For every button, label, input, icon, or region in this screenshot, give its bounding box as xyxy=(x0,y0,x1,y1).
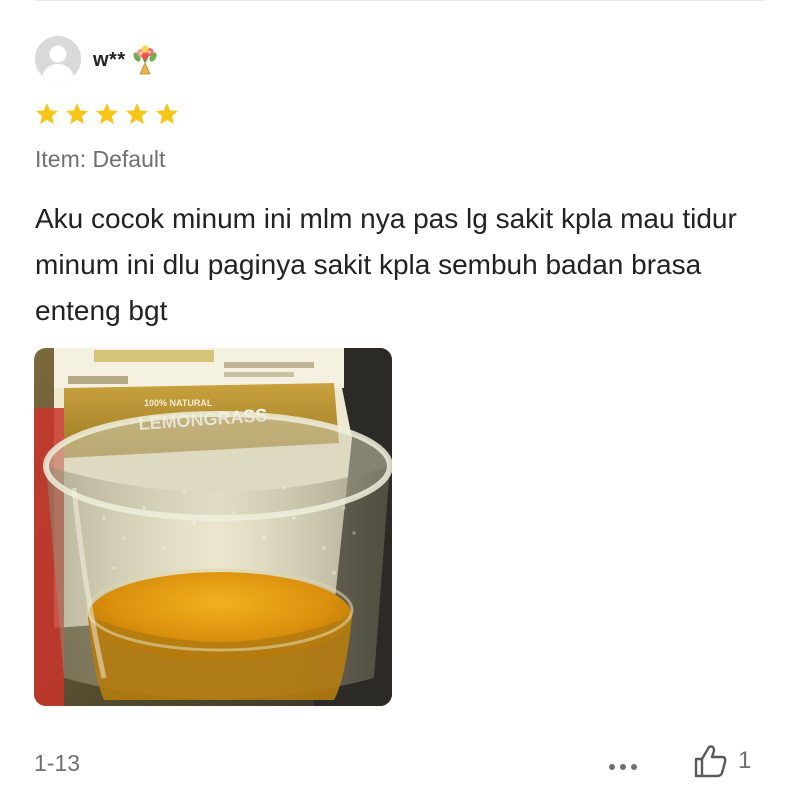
review-photo-image: 100% NATURAL LEMONGRASS xyxy=(34,348,392,706)
username-row: w** xyxy=(93,40,162,80)
top-divider xyxy=(36,0,764,1)
flower-bouquet-icon xyxy=(133,45,157,75)
more-options-button[interactable] xyxy=(600,752,646,782)
like-count: 1 xyxy=(738,747,752,774)
user-avatar[interactable] xyxy=(35,36,81,82)
review-date: 1-13 xyxy=(34,750,81,776)
thumbs-up-icon xyxy=(694,745,727,778)
review-card: w** Item: Default Aku cocok minum ini ml… xyxy=(0,0,800,800)
default-avatar-icon xyxy=(35,36,81,82)
photo-package-subtext: 100% NATURAL xyxy=(144,398,213,408)
star-rating xyxy=(34,101,180,127)
more-dots-icon xyxy=(609,764,615,770)
star-icon xyxy=(95,102,119,124)
star-icon xyxy=(65,102,89,124)
like-button[interactable]: 1 xyxy=(690,738,751,784)
more-dot xyxy=(620,764,626,770)
review-text: Aku cocok minum ini mlm nya pas lg sakit… xyxy=(35,203,737,326)
item-variant-label: Item: Default xyxy=(35,146,166,172)
reviewer-username: w** xyxy=(93,48,126,71)
star-icon xyxy=(155,102,179,124)
review-photo[interactable]: 100% NATURAL LEMONGRASS xyxy=(34,348,392,706)
star-icon xyxy=(35,102,59,124)
star-icon xyxy=(125,102,149,124)
more-dot xyxy=(631,764,637,770)
